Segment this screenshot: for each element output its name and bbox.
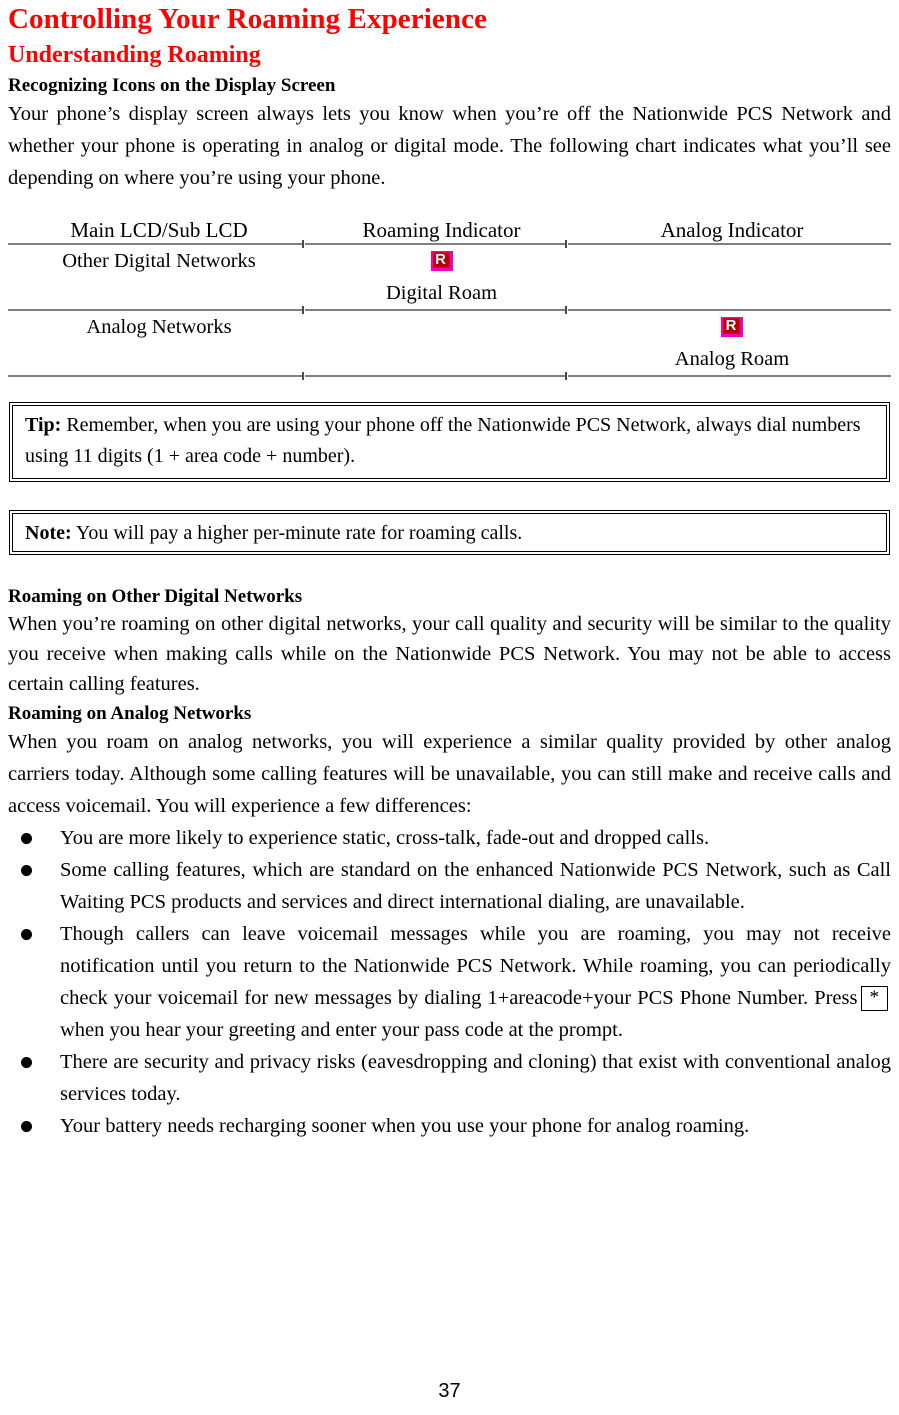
note-body: You will pay a higher per-minute rate fo…	[71, 522, 523, 544]
bullet-dot-icon	[21, 833, 32, 844]
list-item-text-before-key: Though callers can leave voicemail messa…	[60, 923, 891, 1009]
page-title: Controlling Your Roaming Experience	[8, 3, 488, 35]
tip-body: Remember, when you are using your phone …	[25, 414, 861, 467]
bullet-dot-icon	[21, 1057, 32, 1068]
tip-callout-text: Tip: Remember, when you are using your p…	[25, 410, 874, 472]
page-number: 37	[438, 1380, 461, 1402]
subheading-recognizing-icons: Recognizing Icons on the Display Screen	[8, 75, 336, 96]
cell-analog-caption-analog: Analog Roam	[674, 348, 790, 370]
table-rule-row-bottom	[8, 372, 891, 380]
paragraph-roaming-analog: When you roam on analog networks, you wi…	[8, 731, 891, 817]
subheading-roaming-other-digital: Roaming on Other Digital Networks	[8, 586, 303, 607]
table-rule	[8, 306, 891, 314]
cell-network-other-digital: Other Digital Networks	[62, 250, 256, 272]
table-header-row: Main LCD/Sub LCD Roaming Indicator Analo…	[8, 218, 891, 243]
list-item-text-after-key: when you hear your greeting and enter yo…	[60, 1019, 623, 1041]
table-row: Analog Networks R	[8, 311, 891, 343]
paragraph-understanding-roaming: Your phone’s display screen always lets …	[8, 103, 891, 189]
list-item-text: Your battery needs recharging sooner whe…	[60, 1115, 750, 1137]
table-header-analog-indicator: Analog Indicator	[660, 218, 804, 242]
cell-roaming-icon-digital: R	[310, 245, 573, 277]
bullet-dot-icon	[21, 1121, 32, 1132]
paragraph-roaming-other-digital: When you’re roaming on other digital net…	[8, 613, 891, 695]
section-heading-understanding-roaming: Understanding Roaming	[8, 42, 261, 68]
analog-differences-list: You are more likely to experience static…	[8, 822, 891, 1142]
cell-network-other-digital-blank	[8, 277, 310, 309]
table-row-caption: Analog Roam	[8, 343, 891, 375]
table-rule	[8, 372, 891, 380]
table-row-caption: Digital Roam	[8, 277, 891, 309]
note-callout-box: Note: You will pay a higher per-minute r…	[9, 510, 890, 555]
table-rule-row-top	[8, 240, 891, 248]
subheading-roaming-analog: Roaming on Analog Networks	[8, 703, 252, 724]
tip-label: Tip:	[25, 414, 62, 436]
cell-analog-caption-empty	[573, 277, 891, 309]
cell-analog-icon-empty	[573, 245, 891, 277]
bullet-dot-icon	[21, 865, 32, 876]
list-item-text: There are security and privacy risks (ea…	[60, 1051, 891, 1105]
cell-analog-icon-analog: R	[573, 311, 891, 343]
cell-roaming-caption-empty	[310, 343, 573, 375]
bullet-dot-icon	[21, 929, 32, 940]
cell-network-analog-blank	[8, 343, 310, 375]
roaming-r-icon: R	[430, 251, 453, 271]
roaming-r-icon: R	[721, 317, 743, 337]
table-rule	[8, 240, 891, 248]
note-callout-text: Note: You will pay a higher per-minute r…	[25, 518, 874, 549]
asterisk-key-button[interactable]: *	[860, 986, 888, 1011]
table-header-main-lcd: Main LCD/Sub LCD	[70, 218, 248, 242]
document-page: Controlling Your Roaming Experience Unde…	[0, 0, 899, 1415]
indicator-table-wrapper: Main LCD/Sub LCD Roaming Indicator Analo…	[8, 218, 891, 380]
cell-roaming-caption-digital: Digital Roam	[385, 282, 498, 304]
list-item: You are more likely to experience static…	[8, 822, 891, 854]
list-item-text: You are more likely to experience static…	[60, 827, 710, 849]
note-label: Note:	[25, 522, 72, 544]
cell-network-analog: Analog Networks	[86, 316, 232, 338]
list-item: Some calling features, which are standar…	[8, 854, 891, 918]
tip-callout-box: Tip: Remember, when you are using your p…	[9, 402, 890, 482]
list-item: Though callers can leave voicemail messa…	[8, 918, 891, 1046]
table-rule-row-mid	[8, 306, 891, 314]
indicator-table: Main LCD/Sub LCD Roaming Indicator Analo…	[8, 218, 891, 380]
cell-roaming-icon-empty	[310, 311, 573, 343]
table-header-roaming-indicator: Roaming Indicator	[362, 218, 521, 242]
table-row: Other Digital Networks R	[8, 245, 891, 277]
list-item: Your battery needs recharging sooner whe…	[8, 1110, 891, 1142]
list-item: There are security and privacy risks (ea…	[8, 1046, 891, 1110]
list-item-text: Some calling features, which are standar…	[60, 859, 891, 913]
